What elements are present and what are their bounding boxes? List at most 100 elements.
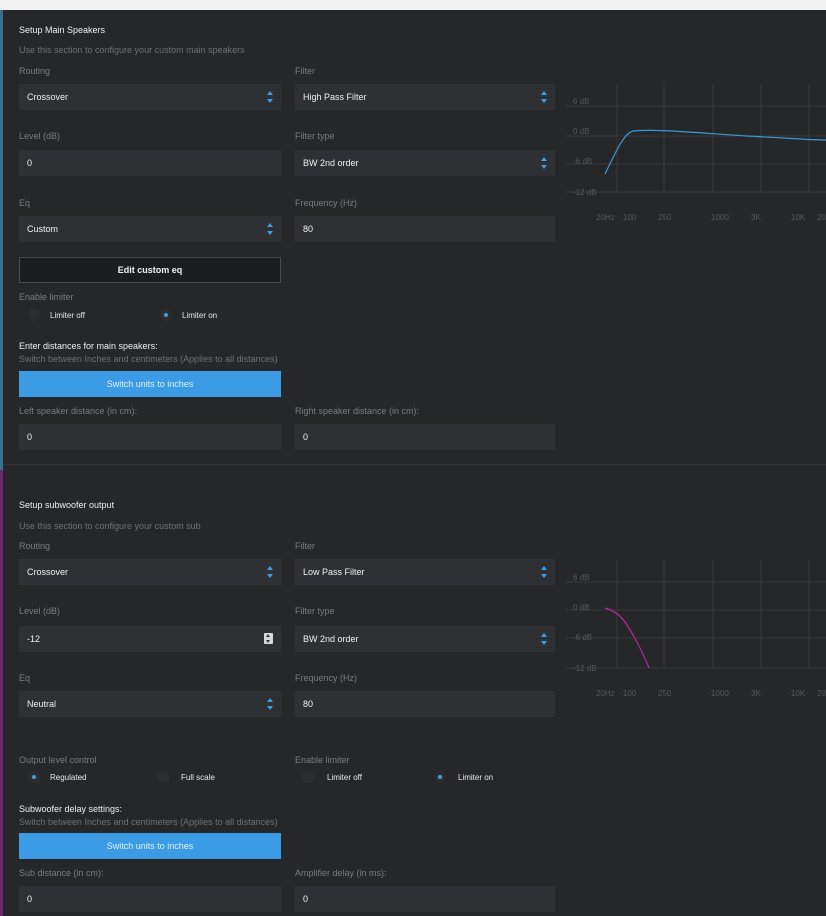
right-distance-label: Right speaker distance (in cm): — [295, 406, 420, 416]
amp-delay-input[interactable]: 0 — [295, 886, 555, 912]
routing-label: Routing — [19, 66, 51, 76]
eq-value: Neutral — [27, 699, 57, 709]
x-tick-label: 1000 — [711, 213, 729, 222]
filter-type-value: BW 2nd order — [303, 158, 359, 168]
limiter-on-label: Limiter on — [182, 311, 218, 320]
delay-subtitle: Switch between Inches and centimeters (A… — [19, 817, 278, 827]
routing-value: Crossover — [27, 92, 69, 102]
level-input[interactable]: -12 — [19, 626, 281, 652]
output-level-label: Output level control — [19, 755, 97, 765]
x-tick-label: 250 — [658, 689, 672, 698]
section-subtitle: Use this section to configure your custo… — [19, 45, 245, 55]
y-tick-label: -6 dB — [573, 157, 592, 166]
chevron-updown-icon — [267, 698, 273, 710]
y-tick-label: -12 dB — [573, 188, 597, 197]
level-value: -12 — [27, 634, 41, 644]
level-label: Level (dB) — [19, 131, 61, 141]
switch-units-button[interactable]: Switch units to inches — [19, 833, 281, 859]
y-tick-label: 0 dB — [573, 127, 589, 136]
edit-custom-eq-button[interactable]: Edit custom eq — [19, 257, 281, 283]
eq-select[interactable]: Neutral — [19, 691, 281, 717]
limiter-label: Enable limiter — [19, 292, 74, 302]
x-tick-label: 1000 — [711, 689, 729, 698]
filter-select[interactable]: Low Pass Filter — [295, 559, 555, 585]
sub-distance-value: 0 — [27, 894, 33, 904]
limiter-on-radio[interactable] — [434, 771, 446, 783]
x-tick-label: 20K — [817, 213, 826, 222]
frequency-value: 80 — [303, 224, 314, 234]
sub-accent-strip — [0, 470, 3, 916]
y-tick-label: -12 dB — [573, 664, 597, 673]
chevron-updown-icon — [541, 566, 547, 578]
filter-type-value: BW 2nd order — [303, 634, 359, 644]
filter-type-label: Filter type — [295, 606, 335, 616]
full-scale-radio[interactable] — [157, 771, 169, 783]
full-scale-label: Full scale — [181, 773, 215, 782]
x-tick-label: 100 — [623, 689, 637, 698]
window-top-edge — [0, 0, 826, 10]
frequency-label: Frequency (Hz) — [295, 198, 358, 208]
limiter-off-radio[interactable] — [302, 771, 314, 783]
switch-units-button[interactable]: Switch units to inches — [19, 371, 281, 397]
sub-distance-label: Sub distance (in cm): — [19, 868, 104, 878]
filter-type-label: Filter type — [295, 131, 335, 141]
right-distance-value: 0 — [303, 432, 309, 442]
filter-label: Filter — [295, 541, 315, 551]
chevron-updown-icon — [267, 223, 273, 235]
routing-label: Routing — [19, 541, 51, 551]
filter-value: High Pass Filter — [303, 92, 367, 102]
y-tick-label: 0 dB — [573, 603, 589, 612]
x-tick-label: 20K — [817, 689, 826, 698]
chevron-updown-icon — [267, 91, 273, 103]
routing-value: Crossover — [27, 567, 69, 577]
level-input[interactable]: 0 — [19, 150, 281, 176]
distances-title: Enter distances for main speakers: — [19, 341, 158, 351]
limiter-on-radio[interactable] — [160, 309, 172, 321]
routing-select[interactable]: Crossover — [19, 84, 281, 110]
eq-value: Custom — [27, 224, 59, 234]
spinner-icon[interactable] — [264, 633, 273, 644]
chevron-updown-icon — [541, 157, 547, 169]
main-frequency-response-chart: 6 dB 0 dB -6 dB -12 dB 20Hz 100 250 1000… — [567, 84, 826, 224]
x-tick-label: 3K — [751, 213, 761, 222]
x-tick-label: 3K — [751, 689, 761, 698]
sub-frequency-response-chart: 6 dB 0 dB -6 dB -12 dB 20Hz 100 250 1000… — [567, 560, 826, 700]
response-curve — [604, 129, 826, 175]
section-title: Setup subwoofer output — [19, 500, 115, 510]
delay-title: Subwoofer delay settings: — [19, 804, 123, 814]
level-label: Level (dB) — [19, 606, 61, 616]
y-tick-label: 6 dB — [573, 573, 589, 582]
sub-distance-input[interactable]: 0 — [19, 886, 281, 912]
chevron-updown-icon — [541, 633, 547, 645]
right-distance-input[interactable]: 0 — [295, 424, 555, 450]
filter-type-select[interactable]: BW 2nd order — [295, 626, 555, 652]
regulated-label: Regulated — [50, 773, 87, 782]
section-divider — [3, 464, 826, 465]
filter-select[interactable]: High Pass Filter — [295, 84, 555, 110]
section-title: Setup Main Speakers — [19, 25, 106, 35]
frequency-value: 80 — [303, 699, 314, 709]
limiter-off-radio[interactable] — [28, 309, 40, 321]
routing-select[interactable]: Crossover — [19, 559, 281, 585]
x-tick-label: 100 — [623, 213, 637, 222]
section-subtitle: Use this section to configure your custo… — [19, 521, 201, 531]
left-distance-input[interactable]: 0 — [19, 424, 281, 450]
regulated-radio[interactable] — [28, 771, 40, 783]
level-value: 0 — [27, 158, 33, 168]
left-distance-value: 0 — [27, 432, 33, 442]
filter-label: Filter — [295, 66, 315, 76]
frequency-input[interactable]: 80 — [295, 691, 555, 717]
amp-delay-value: 0 — [303, 894, 309, 904]
left-distance-label: Left speaker distance (in cm): — [19, 406, 138, 416]
eq-select[interactable]: Custom — [19, 216, 281, 242]
filter-type-select[interactable]: BW 2nd order — [295, 150, 555, 176]
frequency-input[interactable]: 80 — [295, 216, 555, 242]
limiter-off-label: Limiter off — [327, 773, 362, 782]
x-tick-label: 20Hz — [596, 213, 615, 222]
distances-subtitle: Switch between Inches and centimeters (A… — [19, 354, 278, 364]
limiter-off-label: Limiter off — [50, 311, 85, 320]
x-tick-label: 20Hz — [596, 689, 615, 698]
x-tick-label: 10K — [791, 689, 806, 698]
amp-delay-label: Amplifier delay (in ms): — [295, 868, 387, 878]
x-tick-label: 250 — [658, 213, 672, 222]
